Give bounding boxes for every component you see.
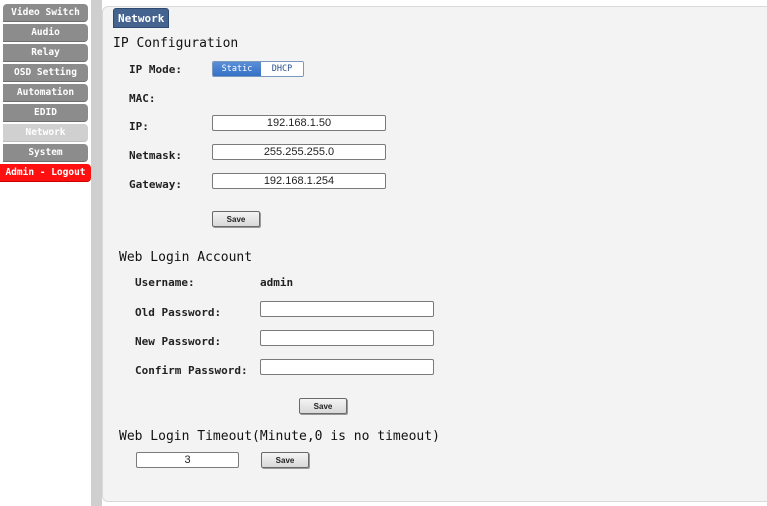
- sidebar-item-video-switch[interactable]: Video Switch: [3, 4, 88, 22]
- sidebar: Video Switch Audio Relay OSD Setting Aut…: [0, 0, 91, 506]
- ip-label: IP:: [129, 120, 149, 133]
- netmask-input[interactable]: 255.255.255.0: [212, 144, 386, 160]
- gateway-input[interactable]: 192.168.1.254: [212, 173, 386, 189]
- confirm-password-input[interactable]: [260, 359, 434, 375]
- tab-network[interactable]: Network: [113, 8, 170, 28]
- sidebar-divider: [91, 0, 102, 506]
- ip-mode-label: IP Mode:: [129, 63, 182, 76]
- ip-mode-dhcp-option[interactable]: DHCP: [261, 62, 303, 76]
- ip-address-input[interactable]: 192.168.1.50: [212, 115, 386, 131]
- mac-label: MAC:: [129, 92, 156, 105]
- web-login-account-heading: Web Login Account: [119, 250, 253, 265]
- new-password-label: New Password:: [135, 335, 222, 348]
- sidebar-item-automation[interactable]: Automation: [3, 84, 88, 102]
- ip-configuration-heading: IP Configuration: [113, 36, 239, 51]
- sidebar-item-audio[interactable]: Audio: [3, 24, 88, 42]
- sidebar-item-osd-setting[interactable]: OSD Setting: [3, 64, 88, 82]
- sidebar-item-edid[interactable]: EDID: [3, 104, 88, 122]
- netmask-label: Netmask:: [129, 149, 182, 162]
- sidebar-item-network[interactable]: Network: [3, 124, 88, 142]
- confirm-password-label: Confirm Password:: [135, 364, 248, 377]
- logout-button[interactable]: Admin - Logout: [0, 164, 91, 182]
- new-password-input[interactable]: [260, 330, 434, 346]
- web-login-save-button[interactable]: Save: [299, 398, 347, 414]
- ip-mode-toggle: Static DHCP: [212, 61, 304, 77]
- username-label: Username:: [135, 276, 195, 289]
- ip-mode-static-option[interactable]: Static: [213, 62, 261, 76]
- old-password-label: Old Password:: [135, 306, 222, 319]
- old-password-input[interactable]: [260, 301, 434, 317]
- timeout-input[interactable]: 3: [136, 452, 239, 468]
- timeout-save-button[interactable]: Save: [261, 452, 309, 468]
- username-value: admin: [260, 276, 294, 289]
- sidebar-item-system[interactable]: System: [3, 144, 88, 162]
- sidebar-item-relay[interactable]: Relay: [3, 44, 88, 62]
- gateway-label: Gateway:: [129, 178, 182, 191]
- web-login-timeout-heading: Web Login Timeout(Minute,0 is no timeout…: [119, 429, 440, 444]
- ip-save-button[interactable]: Save: [212, 211, 260, 227]
